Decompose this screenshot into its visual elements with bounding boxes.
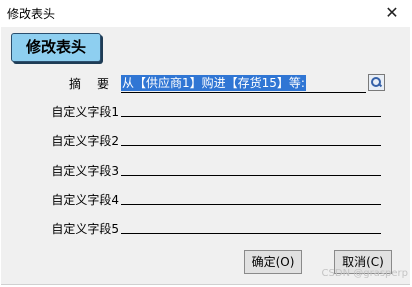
ok-button[interactable]: 确定(O)	[244, 250, 302, 274]
header-badge: 修改表头	[11, 33, 101, 62]
custom-field-3-input[interactable]	[121, 175, 381, 176]
magnifier-handle	[377, 82, 383, 88]
summary-value: 从【供应商1】购进【存货15】等:	[121, 75, 306, 91]
summary-input[interactable]: 从【供应商1】购进【存货15】等:	[121, 74, 366, 93]
custom-field-1-label: 自定义字段1	[51, 105, 119, 119]
title-bar: 修改表头 ✕	[0, 0, 412, 28]
custom-field-4-input[interactable]	[121, 204, 381, 205]
custom-field-4-label: 自定义字段4	[51, 193, 119, 207]
custom-field-5-label: 自定义字段5	[51, 222, 119, 236]
summary-lookup-button[interactable]	[368, 74, 385, 91]
custom-field-2-label: 自定义字段2	[51, 134, 119, 148]
close-icon[interactable]: ✕	[384, 5, 400, 21]
custom-field-2-input[interactable]	[121, 145, 381, 146]
summary-label: 摘要	[69, 77, 126, 91]
custom-field-3-label: 自定义字段3	[51, 164, 119, 178]
custom-field-5-input[interactable]	[121, 233, 381, 234]
window-title: 修改表头	[7, 7, 56, 21]
watermark: CSDN @grasperp	[321, 268, 408, 279]
custom-field-1-input[interactable]	[121, 116, 381, 117]
dialog-body: 修改表头 摘要 从【供应商1】购进【存货15】等: 自定义字段1 自定义字段2 …	[1, 27, 410, 285]
